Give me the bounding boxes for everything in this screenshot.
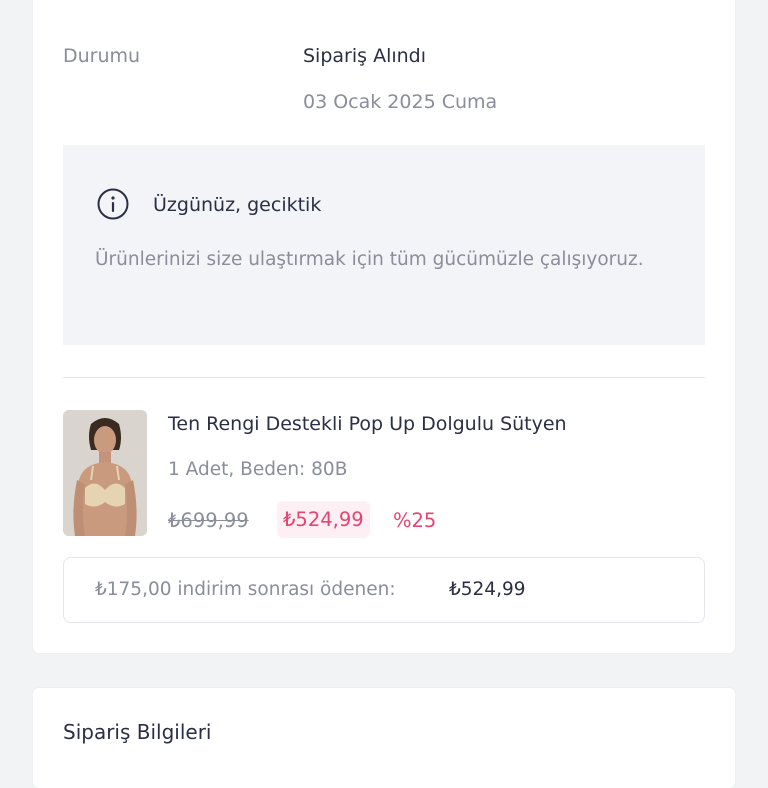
order-info-card: Sipariş Bilgileri bbox=[33, 688, 735, 788]
product-name[interactable]: Ten Rengi Destekli Pop Up Dolgulu Sütyen bbox=[168, 413, 567, 435]
order-status-card: Durumu Sipariş Alındı 03 Ocak 2025 Cuma … bbox=[33, 0, 735, 653]
status-value: Sipariş Alındı bbox=[303, 45, 427, 67]
discounted-price: ₺524,99 bbox=[277, 501, 370, 538]
payment-summary: ₺175,00 indirim sonrası ödenen: ₺524,99 bbox=[63, 557, 705, 623]
summary-label: ₺175,00 indirim sonrası ödenen: bbox=[95, 579, 396, 600]
delay-notice: Üzgünüz, geciktik Ürünlerinizi size ulaş… bbox=[63, 145, 705, 345]
notice-text: Ürünlerinizi size ulaştırmak için tüm gü… bbox=[95, 249, 644, 270]
product-meta: 1 Adet, Beden: 80B bbox=[168, 459, 348, 480]
divider bbox=[63, 377, 705, 378]
status-label: Durumu bbox=[63, 45, 141, 67]
section-title[interactable]: Sipariş Bilgileri bbox=[63, 720, 212, 744]
summary-value: ₺524,99 bbox=[449, 579, 526, 600]
original-price: ₺699,99 bbox=[168, 509, 249, 532]
product-image[interactable] bbox=[63, 410, 147, 536]
product-photo-icon bbox=[63, 410, 147, 536]
status-date: 03 Ocak 2025 Cuma bbox=[303, 91, 498, 113]
info-icon bbox=[97, 188, 129, 220]
notice-title: Üzgünüz, geciktik bbox=[153, 194, 322, 216]
discount-rate: %25 bbox=[393, 509, 437, 532]
